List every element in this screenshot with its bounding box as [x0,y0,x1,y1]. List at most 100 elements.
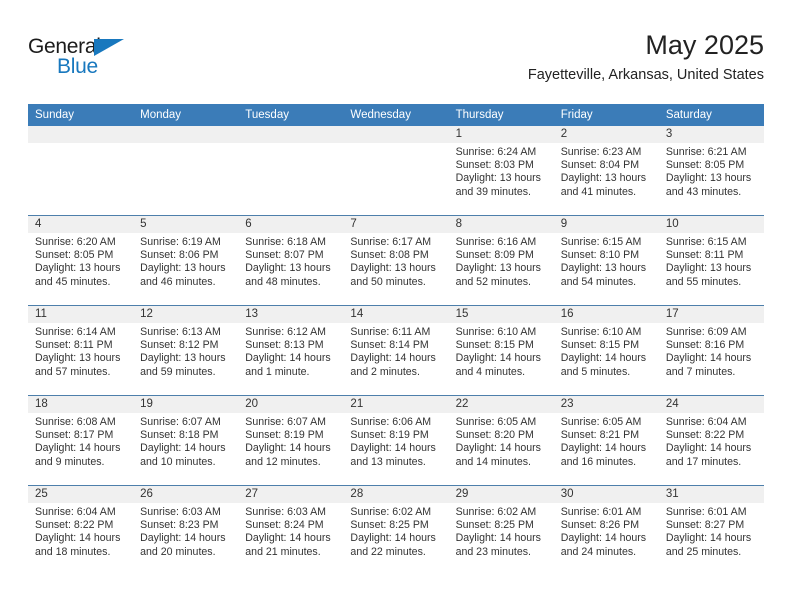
day-detail-line: Sunset: 8:06 PM [140,249,219,262]
day-detail-line: Sunrise: 6:17 AM [350,236,432,248]
calendar-day-cell[interactable]: 21 Sunrise: 6:06 AM Sunset: 8:19 PM Dayligh… [343,396,449,485]
day-detail-line: and 10 minutes. [140,455,216,468]
day-detail-line: Sunrise: 6:10 AM [455,326,537,338]
calendar-day-cell[interactable]: 11 Sunrise: 6:14 AM Sunset: 8:11 PM Dayligh… [28,306,134,395]
day-details: Sunrise: 6:09 AM Sunset: 8:16 PM Daylight:… [659,323,764,379]
calendar-day-cell[interactable]: 22 Sunrise: 6:05 AM Sunset: 8:20 PM Dayligh… [448,396,554,485]
day-detail-line: and 12 minutes. [245,455,321,468]
calendar-day-cell[interactable]: 7 Sunrise: 6:17 AM Sunset: 8:08 PM Daylight… [343,216,449,305]
calendar-day-cell[interactable]: 27 Sunrise: 6:03 AM Sunset: 8:24 PM Dayligh… [238,486,344,575]
calendar-day-cell[interactable]: 6 Sunrise: 6:18 AM Sunset: 8:07 PM Daylight… [238,216,344,305]
day-detail-line: Sunrise: 6:18 AM [245,236,326,248]
day-details [133,143,238,146]
calendar-day-cell[interactable]: 9 Sunrise: 6:15 AM Sunset: 8:10 PM Daylight… [553,216,659,305]
day-number: 31 [658,486,764,503]
day-details: Sunrise: 6:07 AM Sunset: 8:18 PM Daylight:… [133,413,238,469]
day-details: Sunrise: 6:01 AM Sunset: 8:26 PM Daylight:… [554,503,659,559]
day-details: Sunrise: 6:23 AM Sunset: 8:04 PM Daylight:… [554,143,659,199]
day-detail-line: Sunrise: 6:06 AM [350,416,432,428]
day-detail-line: and 59 minutes. [140,365,216,378]
day-detail-line: Sunrise: 6:21 AM [665,146,747,158]
calendar-day-cell[interactable]: 23 Sunrise: 6:05 AM Sunset: 8:21 PM Dayligh… [553,396,659,485]
day-detail-line: and 45 minutes. [35,275,111,288]
calendar-grid: Sunday Monday Tuesday Wednesday Thursday Frid… [28,104,764,575]
calendar-day-cell[interactable]: 31 Sunrise: 6:01 AM Sunset: 8:27 PM Dayligh… [658,486,764,575]
calendar-day-cell[interactable]: 19 Sunrise: 6:07 AM Sunset: 8:18 PM Dayligh… [133,396,239,485]
calendar-day-cell[interactable]: 3 Sunrise: 6:21 AM Sunset: 8:05 PM Daylight… [658,126,764,215]
day-detail-line: Sunset: 8:05 PM [665,159,745,172]
day-detail-line: and 7 minutes. [665,365,736,378]
page-header: General Blue May 2025 Fayetteville, Arka… [28,28,764,100]
day-detail-line: and 24 minutes. [560,545,637,558]
day-detail-line: and 54 minutes. [560,275,637,288]
day-number: 3 [658,126,764,143]
day-detail-line: Sunset: 8:24 PM [245,519,324,532]
day-detail-line: Sunset: 8:15 PM [455,339,534,352]
calendar-day-cell[interactable]: 29 Sunrise: 6:02 AM Sunset: 8:25 PM Dayligh… [448,486,554,575]
day-detail-line: and 9 minutes. [35,455,105,468]
day-detail-line: Sunset: 8:22 PM [35,519,114,532]
calendar-day-cell[interactable]: 17 Sunrise: 6:09 AM Sunset: 8:16 PM Dayligh… [658,306,764,395]
day-detail-line: and 13 minutes. [350,455,426,468]
calendar-day-cell[interactable]: 4 Sunrise: 6:20 AM Sunset: 8:05 PM Daylight… [28,216,134,305]
calendar-day-cell[interactable]: 8 Sunrise: 6:16 AM Sunset: 8:09 PM Daylight… [448,216,554,305]
day-detail-line: Sunrise: 6:05 AM [560,416,642,428]
day-detail-line: Daylight: 14 hours [455,352,541,365]
day-detail-line: Daylight: 14 hours [350,532,436,545]
day-details [28,143,133,146]
day-details: Sunrise: 6:03 AM Sunset: 8:24 PM Daylight:… [238,503,343,559]
calendar-day-cell[interactable]: 16 Sunrise: 6:10 AM Sunset: 8:15 PM Dayligh… [553,306,659,395]
day-detail-line: and 18 minutes. [35,545,111,558]
brand-logo[interactable]: General Blue [28,36,140,82]
day-number: 29 [448,486,554,503]
day-detail-line: Sunrise: 6:01 AM [560,506,642,518]
calendar-day-cell[interactable]: 12 Sunrise: 6:13 AM Sunset: 8:12 PM Dayligh… [133,306,239,395]
day-detail-line: Daylight: 13 hours [455,262,541,275]
calendar-day-cell[interactable]: 2 Sunrise: 6:23 AM Sunset: 8:04 PM Daylight… [553,126,659,215]
calendar-day-cell[interactable]: 18 Sunrise: 6:08 AM Sunset: 8:17 PM Dayligh… [28,396,134,485]
day-number: 15 [448,306,554,323]
calendar-day-cell[interactable]: 28 Sunrise: 6:02 AM Sunset: 8:25 PM Dayligh… [343,486,449,575]
day-number [238,126,344,143]
day-detail-line: Daylight: 14 hours [665,352,752,365]
calendar-day-cell[interactable]: 20 Sunrise: 6:07 AM Sunset: 8:19 PM Dayligh… [238,396,344,485]
day-detail-line: Daylight: 14 hours [35,532,121,545]
day-details: Sunrise: 6:20 AM Sunset: 8:05 PM Daylight:… [28,233,133,289]
day-detail-line: Sunset: 8:10 PM [560,249,640,262]
day-details: Sunrise: 6:21 AM Sunset: 8:05 PM Daylight:… [659,143,764,199]
calendar-day-cell[interactable]: 26 Sunrise: 6:03 AM Sunset: 8:23 PM Dayligh… [133,486,239,575]
day-detail-line: Daylight: 13 hours [140,262,226,275]
day-detail-line: and 16 minutes. [560,455,637,468]
day-detail-line: Sunset: 8:09 PM [455,249,534,262]
day-number: 17 [658,306,764,323]
day-number: 10 [658,216,764,233]
calendar-day-cell[interactable]: 14 Sunrise: 6:11 AM Sunset: 8:14 PM Dayligh… [343,306,449,395]
day-detail-line: Sunrise: 6:13 AM [140,326,221,338]
day-detail-line: and 46 minutes. [140,275,216,288]
day-detail-line: Sunrise: 6:03 AM [140,506,221,518]
calendar-day-cell[interactable]: 15 Sunrise: 6:10 AM Sunset: 8:15 PM Dayligh… [448,306,554,395]
calendar-day-cell[interactable]: 13 Sunrise: 6:12 AM Sunset: 8:13 PM Dayligh… [238,306,344,395]
day-details: Sunrise: 6:16 AM Sunset: 8:09 PM Daylight:… [449,233,554,289]
day-detail-line: and 23 minutes. [455,545,531,558]
calendar-day-cell[interactable]: 10 Sunrise: 6:15 AM Sunset: 8:11 PM Dayligh… [658,216,764,305]
day-detail-line: and 21 minutes. [245,545,321,558]
day-number: 27 [238,486,344,503]
day-detail-line: and 57 minutes. [35,365,111,378]
day-detail-line: Sunrise: 6:23 AM [560,146,642,158]
weekday-header-thursday: Thursday [455,109,504,121]
day-number: 28 [343,486,449,503]
calendar-day-cell[interactable]: 5 Sunrise: 6:19 AM Sunset: 8:06 PM Daylight… [133,216,239,305]
page-subtitle: Fayetteville, Arkansas, United States [527,67,764,83]
day-detail-line: Sunset: 8:14 PM [350,339,429,352]
calendar-day-cell-empty [343,126,449,215]
calendar-day-cell[interactable]: 1 Sunrise: 6:24 AM Sunset: 8:03 PM Daylight… [448,126,554,215]
calendar-day-cell[interactable]: 30 Sunrise: 6:01 AM Sunset: 8:26 PM Dayligh… [553,486,659,575]
day-detail-line: Sunset: 8:11 PM [35,339,113,352]
day-detail-line: Daylight: 13 hours [560,262,647,275]
day-detail-line: and 25 minutes. [665,545,742,558]
weekday-header-saturday: Saturday [665,109,712,121]
calendar-day-cell[interactable]: 25 Sunrise: 6:04 AM Sunset: 8:22 PM Dayligh… [28,486,134,575]
calendar-day-cell[interactable]: 24 Sunrise: 6:04 AM Sunset: 8:22 PM Dayligh… [658,396,764,485]
day-details: Sunrise: 6:10 AM Sunset: 8:15 PM Daylight:… [554,323,659,379]
